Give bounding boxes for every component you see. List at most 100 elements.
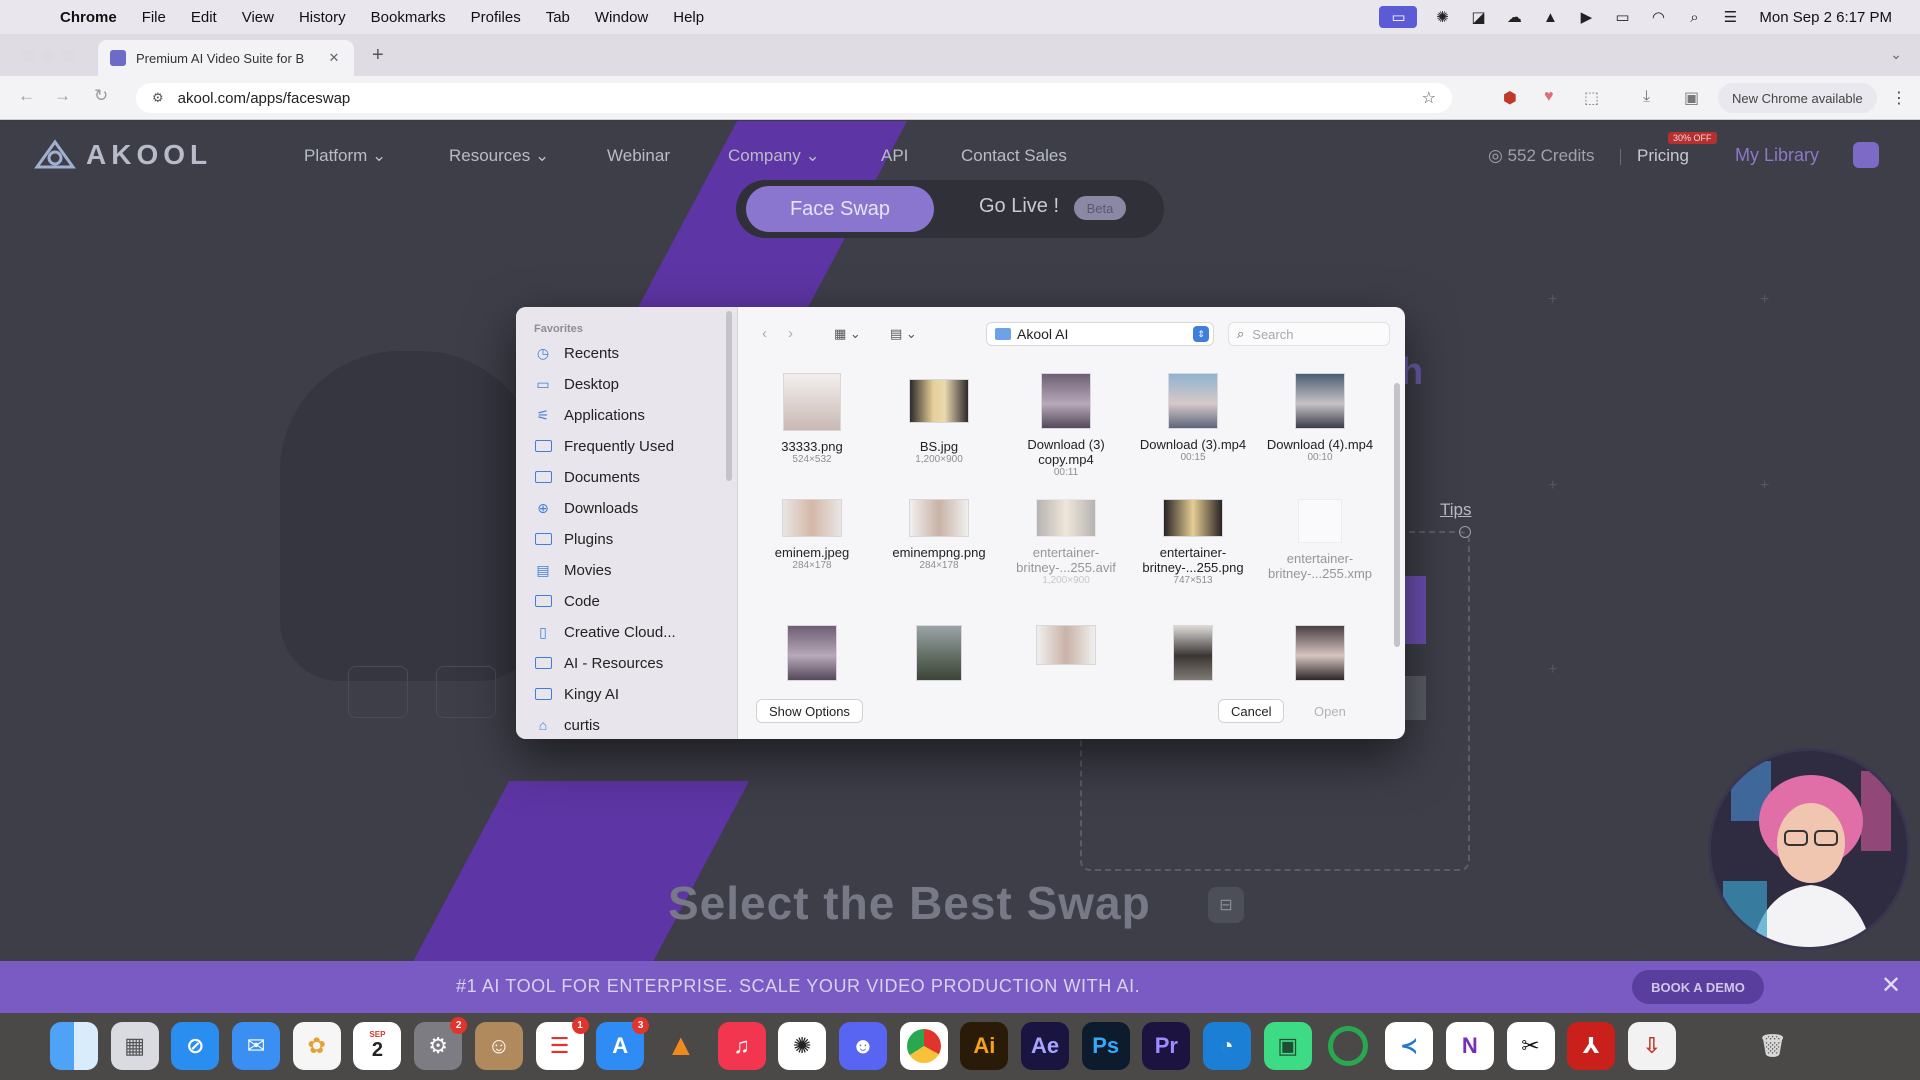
sidebar-item-frequently-used[interactable]: Frequently Used <box>534 434 674 458</box>
akool-logo[interactable]: AKOOL <box>34 139 212 171</box>
show-options-button[interactable]: Show Options <box>756 699 863 723</box>
loading-spinner-icon[interactable] <box>1324 1022 1372 1070</box>
minimize-window-button[interactable] <box>42 49 55 62</box>
nav-webinar[interactable]: Webinar <box>607 146 670 166</box>
book-demo-button[interactable]: BOOK A DEMO <box>1632 970 1764 1004</box>
vlc-icon[interactable]: ▲ <box>657 1022 705 1070</box>
back-arrow-icon[interactable]: ← <box>18 86 35 106</box>
address-bar[interactable]: ⚙ akool.com/apps/faceswap ☆ <box>136 83 1452 113</box>
close-window-button[interactable] <box>22 49 35 62</box>
credits-counter[interactable]: ◎ 552 Credits <box>1488 146 1595 166</box>
menu-edit[interactable]: Edit <box>191 9 217 26</box>
mail-icon[interactable]: ✉ <box>232 1022 281 1070</box>
capcut-icon[interactable]: ✂ <box>1506 1022 1555 1070</box>
photoshop-icon[interactable]: Ps <box>1081 1022 1130 1070</box>
safari-icon[interactable]: ⊘ <box>171 1022 220 1070</box>
sidebar-item-plugins[interactable]: Plugins <box>534 527 613 551</box>
calendar-icon[interactable]: SEP 2 <box>353 1022 402 1070</box>
tips-link[interactable]: Tips <box>1440 500 1472 520</box>
discord-icon[interactable]: ☻ <box>838 1022 887 1070</box>
edge-icon[interactable]: ◔ <box>1203 1022 1252 1070</box>
browser-tab-akool[interactable]: Premium AI Video Suite for B ✕ <box>98 40 354 76</box>
sidebar-item-kingy-ai[interactable]: Kingy AI <box>534 682 619 706</box>
file-item[interactable]: 33333.png 524×532 <box>752 373 872 466</box>
close-banner-icon[interactable]: ✕ <box>1881 971 1901 1000</box>
chatgpt-icon[interactable]: ✺ <box>778 1022 827 1070</box>
nav-api[interactable]: API <box>881 146 908 166</box>
new-tab-icon[interactable]: + <box>372 44 384 67</box>
onenote-icon[interactable]: N <box>1445 1022 1494 1070</box>
sidebar-item-movies[interactable]: ▤ Movies <box>534 558 611 582</box>
file-item[interactable] <box>1006 625 1126 665</box>
screen-share-icon[interactable]: ▭ <box>1379 6 1418 28</box>
downloads-icon[interactable]: ⤓ <box>1643 88 1650 106</box>
location-select[interactable]: Akool AI ⇕ <box>986 322 1214 346</box>
file-item[interactable]: Download (3) copy.mp4 00:11 <box>1006 373 1126 479</box>
compare-icon[interactable]: ⊟ <box>1208 887 1244 923</box>
zoom-window-button[interactable] <box>62 49 75 62</box>
extensions-puzzle-icon[interactable]: ⬚ <box>1584 88 1599 108</box>
face-swap-tab[interactable]: Face Swap <box>746 186 934 232</box>
close-tab-icon[interactable]: ✕ <box>326 50 342 66</box>
spotlight-search-icon[interactable]: ⌕ <box>1683 8 1705 26</box>
menu-window[interactable]: Window <box>595 9 648 26</box>
menu-tab[interactable]: Tab <box>546 9 570 26</box>
file-item[interactable]: entertainer-britney-...255.png 747×513 <box>1133 499 1253 587</box>
photos-icon[interactable]: ✿ <box>292 1022 341 1070</box>
file-item[interactable]: entertainer-britney-...255.xmp <box>1260 499 1380 581</box>
menu-help[interactable]: Help <box>673 9 704 26</box>
file-grid-scrollbar[interactable] <box>1394 383 1400 647</box>
menu-chrome[interactable]: Chrome <box>60 9 117 26</box>
forward-chevron-icon[interactable]: › <box>788 325 793 342</box>
app-store-icon[interactable]: A3 <box>596 1017 650 1070</box>
play-status-icon[interactable]: ▶ <box>1575 8 1597 26</box>
nav-pricing[interactable]: Pricing <box>1637 146 1689 166</box>
open-button[interactable]: Open <box>1302 699 1358 723</box>
reminders-icon[interactable]: ☰ 1 <box>535 1017 589 1070</box>
file-item[interactable]: entertainer-britney-...255.avif 1,200×90… <box>1006 499 1126 587</box>
sidebar-item-code[interactable]: Code <box>534 589 600 613</box>
vlc-status-icon[interactable]: ▲ <box>1539 8 1561 26</box>
capcut-status-icon[interactable]: ◪ <box>1467 8 1489 26</box>
cancel-button[interactable]: Cancel <box>1218 699 1285 723</box>
site-info-icon[interactable]: ⚙ <box>152 90 164 106</box>
control-center-icon[interactable]: ☰ <box>1719 8 1741 26</box>
forward-arrow-icon[interactable]: → <box>54 86 71 106</box>
vscode-icon[interactable]: ≺ <box>1385 1022 1434 1070</box>
sidebar-item-curtis[interactable]: ⌂ curtis <box>534 713 600 737</box>
user-avatar[interactable] <box>1853 142 1879 168</box>
heart-extension-icon[interactable]: ♥ <box>1544 88 1554 106</box>
archive-utility-icon[interactable]: ⇩ <box>1627 1022 1676 1070</box>
sidebar-item-recents[interactable]: ◷ Recents <box>534 341 619 365</box>
after-effects-icon[interactable]: Ae <box>1021 1022 1069 1070</box>
premiere-icon[interactable]: Pr <box>1142 1022 1191 1070</box>
extension-icon[interactable]: ⬢ <box>1503 88 1517 108</box>
menubar-clock[interactable]: Mon Sep 2 6:17 PM <box>1759 9 1892 26</box>
chrome-icon[interactable] <box>899 1022 948 1070</box>
chrome-menu-icon[interactable]: ⋮ <box>1891 88 1907 108</box>
file-item[interactable]: Download (4).mp4 00:10 <box>1260 373 1380 464</box>
icon-view-button[interactable]: ▦ ⌄ <box>834 323 861 345</box>
face-slot-button[interactable] <box>348 666 408 718</box>
menu-bookmarks[interactable]: Bookmarks <box>371 9 446 26</box>
launchpad-icon[interactable]: ▦ <box>110 1022 159 1070</box>
sidebar-item-applications[interactable]: ⚟ Applications <box>534 403 645 427</box>
wifi-icon[interactable]: ◠ <box>1647 8 1669 26</box>
chatgpt-status-icon[interactable]: ✺ <box>1431 8 1453 26</box>
music-icon[interactable]: ♫ <box>717 1022 766 1070</box>
file-item[interactable]: BS.jpg 1,200×900 <box>879 373 999 466</box>
file-item[interactable]: Download (3).mp4 00:15 <box>1133 373 1253 464</box>
file-item[interactable]: eminem.jpeg 284×178 <box>752 499 872 572</box>
illustrator-icon[interactable]: Ai <box>960 1022 1009 1070</box>
group-view-button[interactable]: ▤ ⌄ <box>890 323 917 345</box>
nav-company[interactable]: Company ⌄ <box>728 146 820 166</box>
new-chrome-available-button[interactable]: New Chrome available <box>1718 83 1877 113</box>
menu-view[interactable]: View <box>242 9 274 26</box>
nav-contact-sales[interactable]: Contact Sales <box>961 146 1067 166</box>
tab-search-chevron-icon[interactable]: ⌄ <box>1890 46 1902 63</box>
nav-platform[interactable]: Platform ⌄ <box>304 146 386 166</box>
battery-icon[interactable]: ▭ <box>1611 8 1633 26</box>
acrobat-icon[interactable]: ⅄ <box>1567 1022 1616 1070</box>
back-chevron-icon[interactable]: ‹ <box>762 325 767 342</box>
profile-extension-icon[interactable]: ▣ <box>1684 88 1699 108</box>
